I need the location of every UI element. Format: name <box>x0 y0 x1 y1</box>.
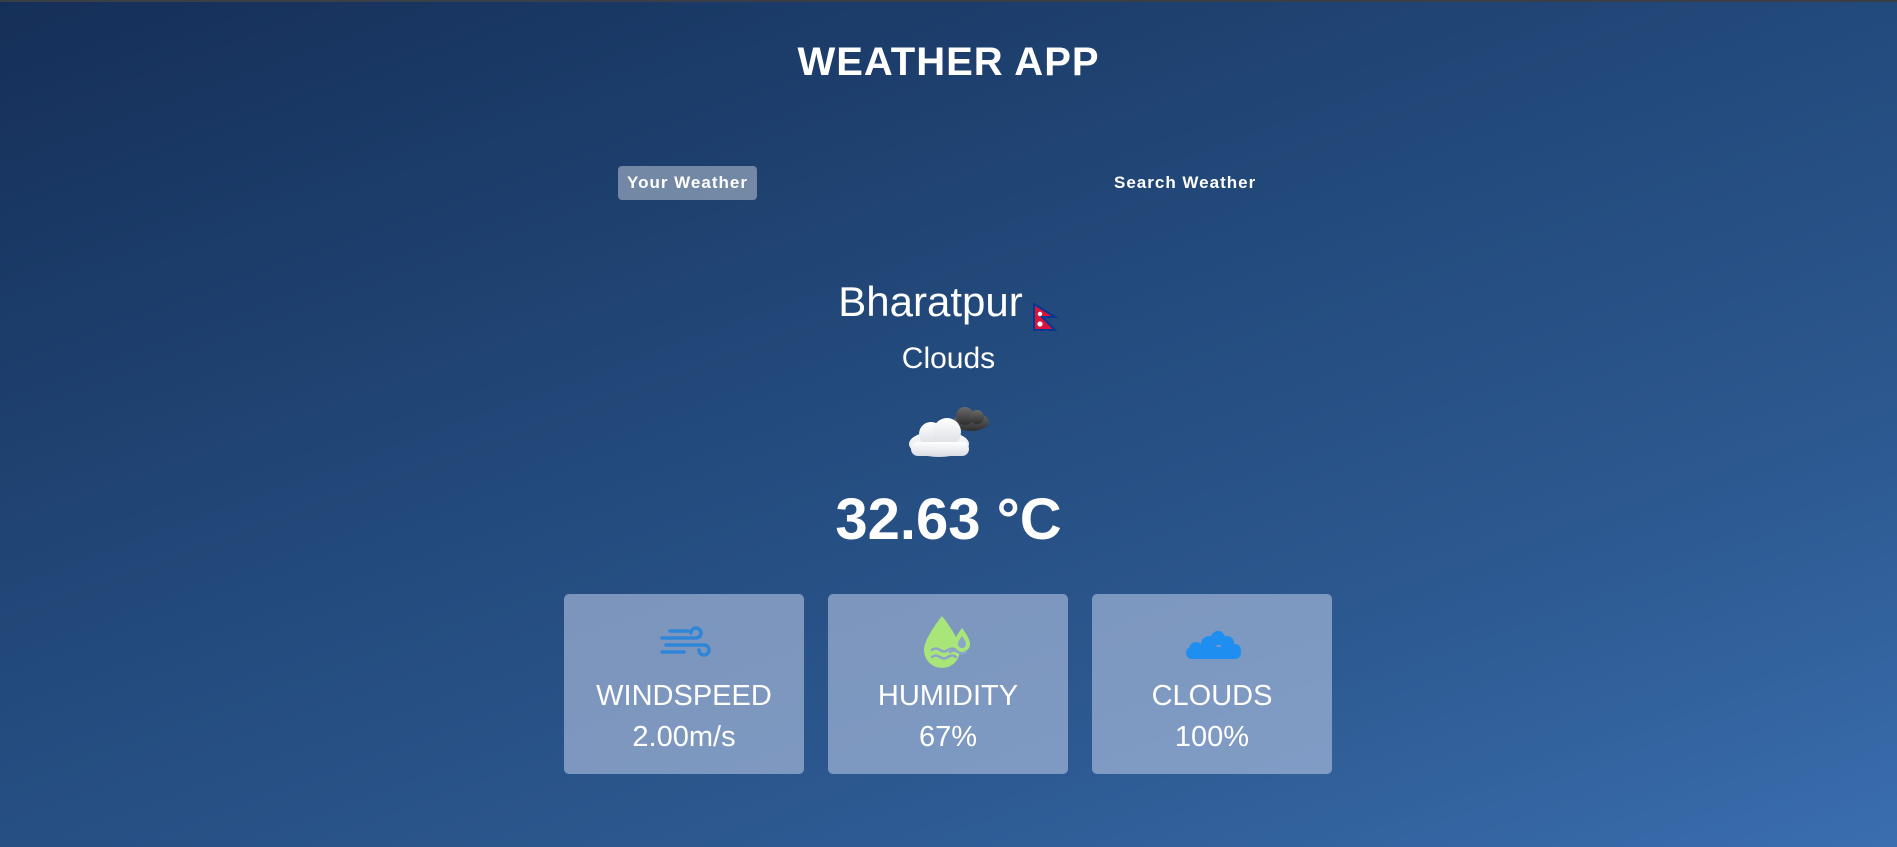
clouds-label: CLOUDS <box>1151 680 1273 712</box>
clouds-card: CLOUDS 100% <box>1092 594 1332 774</box>
wind-icon <box>654 614 714 670</box>
weather-stats: WINDSPEED 2.00m/s HUMIDITY 67% CLOUDS 10… <box>564 594 1332 776</box>
weather-condition: Clouds <box>901 342 996 375</box>
temperature-value: 32.63 °C <box>835 487 1062 552</box>
app-title: WEATHER APP <box>797 40 1100 84</box>
windspeed-card: WINDSPEED 2.00m/s <box>564 594 804 774</box>
humidity-label: HUMIDITY <box>877 680 1019 712</box>
tab-bar: Your Weather Search Weather <box>0 166 1897 202</box>
city-name: Bharatpur <box>838 278 1023 325</box>
clouds-value: 100% <box>1174 721 1250 753</box>
cloud-with-sun-icon <box>903 400 995 460</box>
humidity-card: HUMIDITY 67% <box>828 594 1068 774</box>
humidity-drops-icon <box>918 614 978 670</box>
tab-search-weather[interactable]: Search Weather <box>1105 166 1265 200</box>
humidity-value: 67% <box>918 721 978 753</box>
nepal-flag-icon <box>1031 290 1059 331</box>
tab-your-weather[interactable]: Your Weather <box>618 166 757 200</box>
clouds-icon <box>1182 614 1242 670</box>
city-heading: Bharatpur <box>0 274 1897 331</box>
windspeed-label: WINDSPEED <box>596 680 772 712</box>
windspeed-value: 2.00m/s <box>632 721 736 753</box>
